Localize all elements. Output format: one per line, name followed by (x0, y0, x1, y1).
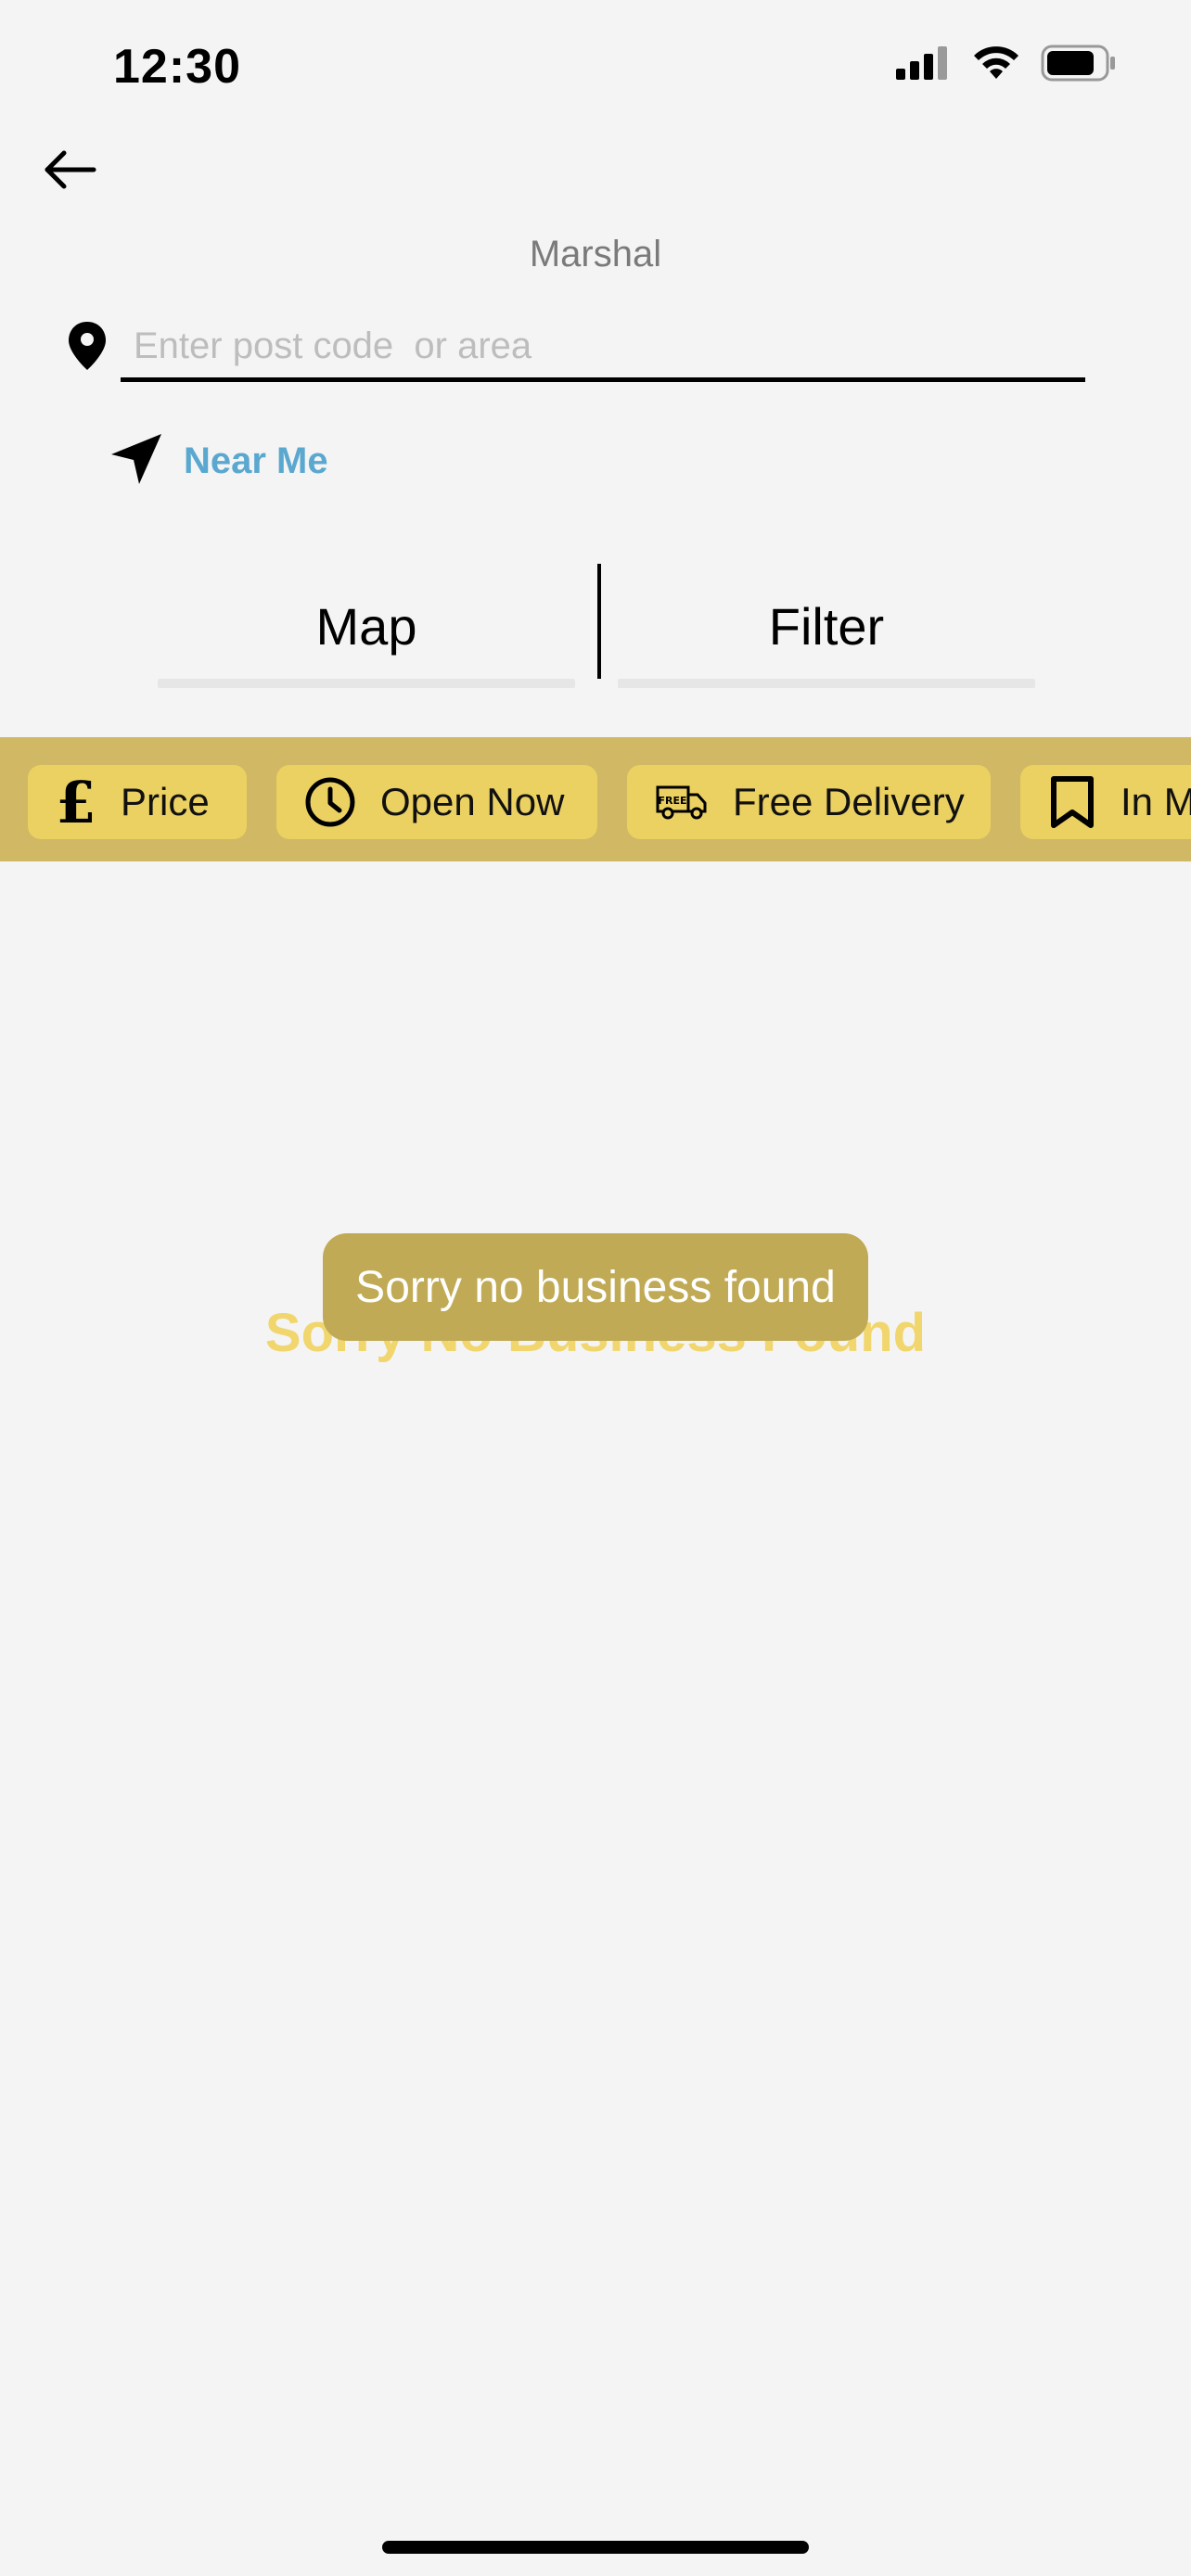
clock-icon (304, 776, 356, 828)
near-me-button[interactable]: Near Me (109, 431, 328, 491)
filter-strip[interactable]: £ Price Open Now FREE Free Delivery In M (0, 737, 1191, 861)
location-title: Marshal (529, 234, 662, 274)
svg-text:£: £ (56, 774, 96, 830)
filter-chip-in-m[interactable]: In M (1020, 765, 1191, 839)
toast-message: Sorry no business found (323, 1233, 868, 1341)
filter-chip-open-now[interactable]: Open Now (276, 765, 597, 839)
tab-map[interactable]: Map (158, 566, 575, 686)
filter-chip-free-delivery[interactable]: FREE Free Delivery (627, 765, 991, 839)
arrow-left-icon (42, 149, 97, 195)
pound-icon: £ (56, 774, 96, 830)
battery-icon (1041, 45, 1117, 86)
bookmark-icon (1048, 775, 1096, 829)
back-button[interactable] (37, 139, 102, 204)
tab-divider (597, 564, 601, 679)
status-bar: 12:30 (0, 0, 1191, 139)
tab-filter-underline (618, 679, 1035, 688)
status-time: 12:30 (113, 40, 241, 94)
filter-chip-label: In M (1121, 780, 1191, 823)
delivery-truck-icon: FREE (655, 784, 709, 821)
search-input[interactable] (121, 315, 1085, 382)
tab-map-underline (158, 679, 575, 688)
home-indicator[interactable] (382, 2541, 809, 2554)
tab-filter[interactable]: Filter (618, 566, 1035, 686)
near-me-label: Near Me (184, 440, 328, 481)
filter-chip-label: Price (121, 780, 210, 823)
svg-text:FREE: FREE (658, 795, 686, 807)
navigation-arrow-icon (109, 432, 163, 491)
status-icons (896, 45, 1117, 86)
filter-chip-label: Free Delivery (733, 780, 965, 823)
filter-chip-label: Open Now (380, 780, 565, 823)
location-pin-icon (67, 320, 108, 372)
wifi-icon (972, 45, 1020, 85)
filter-chip-price[interactable]: £ Price (28, 765, 247, 839)
signal-icon (896, 46, 952, 84)
